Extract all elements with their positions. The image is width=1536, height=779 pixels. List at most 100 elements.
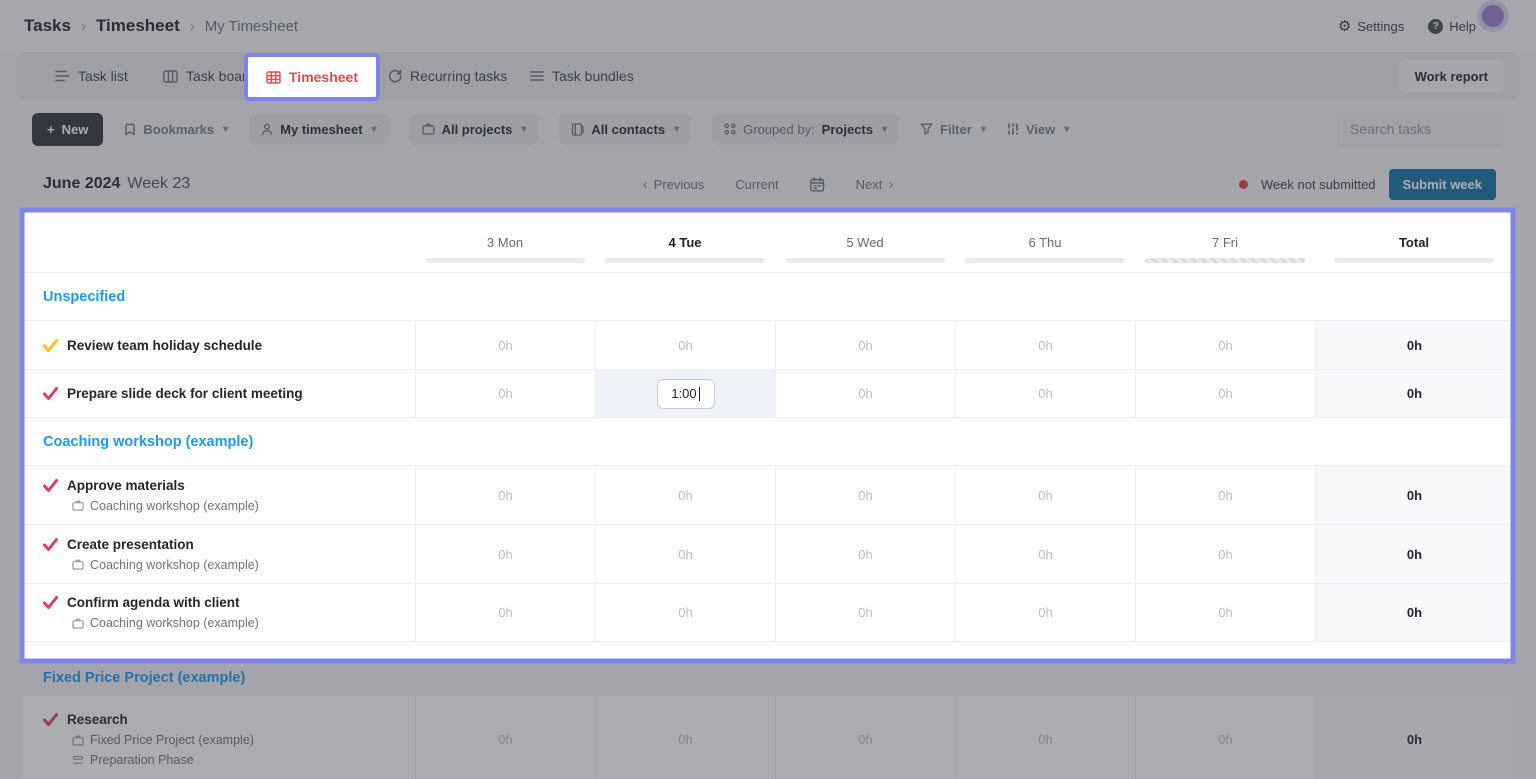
new-button[interactable]: + New — [32, 113, 103, 146]
task-check-icon[interactable] — [43, 596, 58, 609]
hour-cell[interactable]: 0h — [775, 466, 955, 524]
task-check-icon[interactable] — [43, 713, 58, 726]
hour-cell[interactable]: 0h — [1135, 525, 1315, 583]
task-title[interactable]: Create presentation — [67, 537, 194, 552]
hour-cell[interactable]: 0h — [415, 321, 595, 369]
hour-cell[interactable]: 0h — [775, 696, 955, 779]
hour-cell[interactable]: 0h — [1135, 696, 1315, 779]
chevron-right-icon: › — [190, 18, 195, 35]
hour-cell[interactable]: 0h — [955, 321, 1135, 369]
group-header-fixed-price[interactable]: Fixed Price Project (example) — [22, 661, 1513, 695]
hour-cell[interactable]: 0h — [1135, 466, 1315, 524]
view-dropdown[interactable]: View ▾ — [1007, 122, 1069, 137]
briefcase-icon — [422, 123, 435, 135]
hour-cell[interactable]: 0h — [955, 584, 1135, 641]
hour-cell[interactable]: 0h — [415, 696, 595, 779]
settings-button[interactable]: ⚙ Settings — [1338, 19, 1404, 34]
hour-cell[interactable]: 0h — [775, 321, 955, 369]
day-progress-bar — [965, 258, 1125, 263]
all-contacts-dropdown[interactable]: All contacts ▾ — [559, 114, 691, 145]
chevron-down-icon: ▾ — [981, 124, 986, 135]
total-header: Total — [1315, 210, 1513, 272]
hour-cell[interactable]: 0h — [595, 584, 775, 641]
tab-recurring-tasks[interactable]: Recurring tasks — [388, 52, 507, 100]
task-check-icon[interactable] — [43, 387, 58, 400]
task-check-icon[interactable] — [43, 339, 58, 352]
bookmarks-dropdown[interactable]: Bookmarks ▾ — [124, 122, 228, 137]
tab-task-list[interactable]: Task list — [55, 52, 128, 100]
current-week-button[interactable]: Current — [735, 177, 778, 192]
grouped-by-dropdown[interactable]: Grouped by: Projects ▾ — [712, 114, 899, 145]
task-title[interactable]: Approve materials — [67, 478, 185, 493]
breadcrumb-tasks[interactable]: Tasks — [24, 16, 71, 36]
hour-cell[interactable]: 0h — [595, 525, 775, 583]
table-row: Create presentation Coaching workshop (e… — [22, 524, 1513, 583]
tab-task-board[interactable]: Task board — [163, 52, 254, 100]
search-input[interactable] — [1337, 111, 1504, 147]
tab-task-bundles[interactable]: Task bundles — [530, 52, 634, 100]
top-bar: Tasks › Timesheet › My Timesheet ⚙ Setti… — [0, 0, 1536, 52]
help-label: Help — [1449, 19, 1476, 34]
hour-cell[interactable]: 0h — [955, 525, 1135, 583]
hour-cell[interactable]: 0h — [415, 584, 595, 641]
hour-cell[interactable]: 0h — [595, 466, 775, 524]
hour-cell[interactable]: 0h — [1135, 321, 1315, 369]
hour-cell[interactable]: 0h — [1135, 584, 1315, 641]
total-cell: 0h — [1315, 525, 1513, 583]
chevron-down-icon: ▾ — [674, 124, 679, 135]
hour-cell[interactable]: 0h — [775, 584, 955, 641]
task-title[interactable]: Review team holiday schedule — [67, 338, 262, 353]
breadcrumb-timesheet[interactable]: Timesheet — [96, 16, 180, 36]
chevron-down-icon: ▾ — [1064, 124, 1069, 135]
previous-week-button[interactable]: ‹ Previous — [643, 176, 705, 193]
hour-cell-focused: 1:00 — [595, 370, 775, 417]
hour-cell[interactable]: 0h — [595, 321, 775, 369]
chevron-down-icon: ▾ — [372, 124, 377, 135]
week-title: June 2024 Week 23 — [43, 175, 190, 193]
task-check-icon[interactable] — [43, 538, 58, 551]
hour-cell[interactable]: 0h — [955, 370, 1135, 417]
next-week-button[interactable]: Next › — [856, 176, 894, 193]
total-cell: 0h — [1315, 370, 1513, 417]
hour-cell[interactable]: 0h — [415, 370, 595, 417]
hour-cell[interactable]: 0h — [955, 696, 1135, 779]
group-dots-icon — [724, 123, 736, 135]
day-header-fri: 7 Fri — [1135, 210, 1315, 272]
calendar-button[interactable] — [810, 177, 825, 192]
hour-cell[interactable]: 0h — [1135, 370, 1315, 417]
help-button[interactable]: ? Help — [1428, 19, 1476, 34]
total-cell: 0h — [1315, 321, 1513, 369]
group-header-coaching-workshop[interactable]: Coaching workshop (example) — [22, 418, 1513, 465]
day-header-wed: 5 Wed — [775, 210, 955, 272]
submit-week-button[interactable]: Submit week — [1389, 169, 1496, 200]
hour-cell[interactable]: 0h — [955, 466, 1135, 524]
table-row: Review team holiday schedule 0h 0h 0h 0h… — [22, 320, 1513, 369]
briefcase-icon — [72, 559, 84, 570]
text-cursor — [699, 387, 700, 401]
tab-timesheet[interactable]: Timesheet — [246, 55, 378, 99]
breadcrumb-my-timesheet: My Timesheet — [205, 18, 298, 35]
task-check-icon[interactable] — [43, 479, 58, 492]
task-project: Fixed Price Project (example) — [72, 733, 415, 747]
day-progress-bar — [1334, 258, 1494, 263]
settings-label: Settings — [1357, 19, 1404, 34]
work-report-button[interactable]: Work report — [1399, 60, 1504, 92]
hour-cell[interactable]: 0h — [415, 525, 595, 583]
task-title[interactable]: Prepare slide deck for client meeting — [67, 386, 303, 401]
phase-icon — [72, 755, 84, 765]
time-entry-input[interactable]: 1:00 — [657, 379, 715, 409]
group-header-unspecified[interactable]: Unspecified — [22, 273, 1513, 320]
hour-cell[interactable]: 0h — [595, 696, 775, 779]
hour-cell[interactable]: 0h — [415, 466, 595, 524]
view-tab-strip: Task list Task board Timesheet Recurring… — [16, 52, 1520, 100]
filter-dropdown[interactable]: Filter ▾ — [920, 122, 986, 137]
task-title[interactable]: Confirm agenda with client — [67, 595, 240, 610]
avatar[interactable] — [1482, 5, 1504, 27]
task-title[interactable]: Research — [67, 712, 128, 727]
hour-cell[interactable]: 0h — [775, 525, 955, 583]
contacts-book-icon — [571, 123, 584, 136]
hour-cell[interactable]: 0h — [775, 370, 955, 417]
my-timesheet-dropdown[interactable]: My timesheet ▾ — [249, 114, 388, 145]
all-projects-dropdown[interactable]: All projects ▾ — [410, 114, 539, 145]
timesheet-table: 3 Mon 4 Tue 5 Wed 6 Thu 7 Fri Total Unsp… — [22, 210, 1513, 661]
